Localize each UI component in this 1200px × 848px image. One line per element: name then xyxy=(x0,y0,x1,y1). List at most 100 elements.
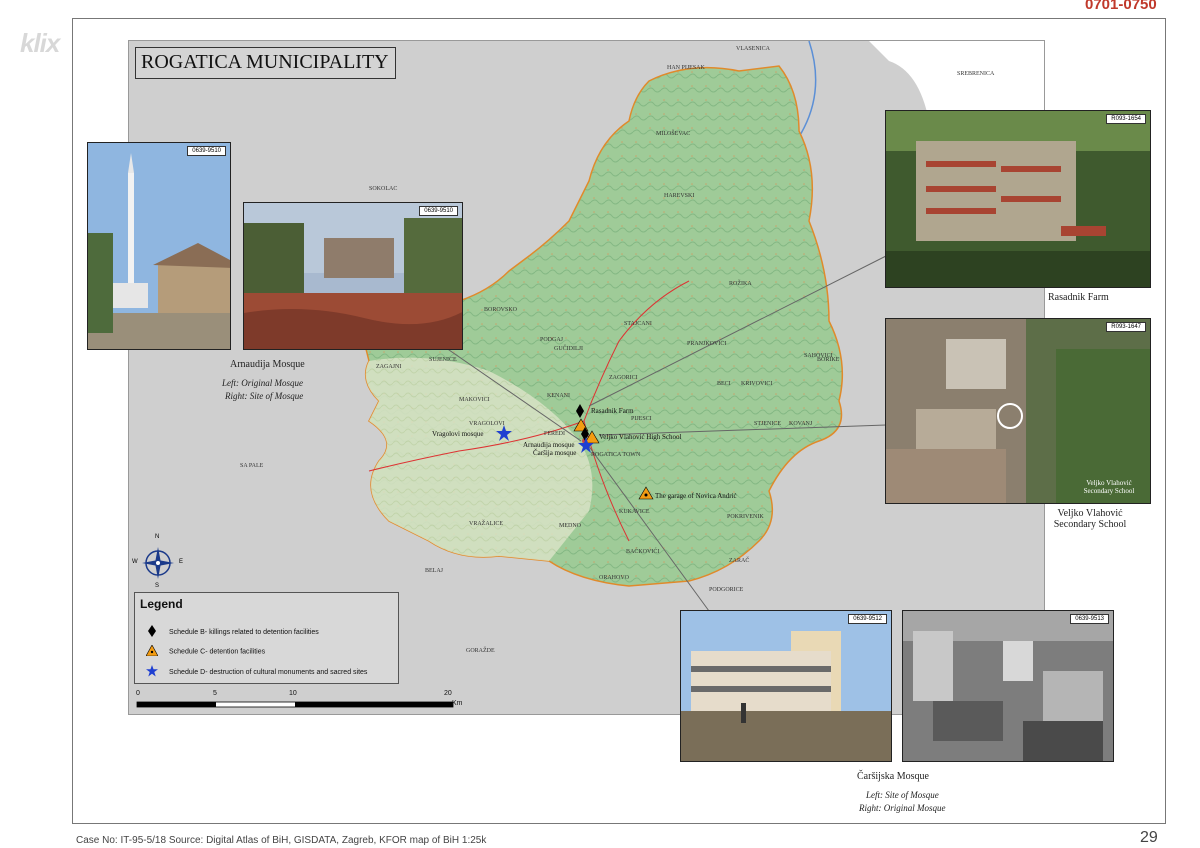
caption-arnaudija-right: Right: Site of Mosque xyxy=(225,391,304,401)
place-name: HAN PIJESAK xyxy=(667,65,705,71)
caption-carsijska-left: Left: Site of Mosque xyxy=(866,790,939,800)
map-title: ROGATICA MUNICIPALITY xyxy=(141,51,389,73)
photo-id-label: 0639-9510 xyxy=(419,206,458,216)
scale-tick: 10 xyxy=(289,690,297,697)
legend-box: Legend Schedule B- killings related to d… xyxy=(134,592,399,684)
photo-image xyxy=(886,319,1150,503)
place-name: PIJESCI xyxy=(631,416,652,422)
caption-arnaudija: Arnaudija Mosque xyxy=(230,359,305,370)
photo-arnaudija-original: 0639-9510 xyxy=(87,142,231,350)
map-title-box: ROGATICA MUNICIPALITY xyxy=(135,47,396,79)
orange-triangle-icon xyxy=(145,644,159,658)
photo-school-aerial: R093-1647 Veljko Vlahović Secondary Scho… xyxy=(885,318,1151,504)
place-name: SOKOLAC xyxy=(369,186,398,192)
place-name: POKRIVENIK xyxy=(727,514,764,520)
poi-label-school: Veljko Vlahović High School xyxy=(599,433,682,441)
place-name: BECI xyxy=(717,381,731,387)
scale-tick: 5 xyxy=(213,690,217,697)
photo-rasadnik-aerial: R093-1654 xyxy=(885,110,1151,288)
photo-carsijska-original: 0639-9513 xyxy=(902,610,1114,762)
place-name: VRAŽALICE xyxy=(469,521,503,527)
poi-label-garage: The garage of Novica Andrić xyxy=(655,492,737,500)
scale-bar: 0 5 10 20 Km xyxy=(134,690,464,712)
place-name: PODGAJ xyxy=(540,337,564,343)
photo-id-label: 0639-9510 xyxy=(187,146,226,156)
place-name: BORIKE xyxy=(817,357,840,363)
inset-caption-school: Veljko Vlahović Secondary School xyxy=(1083,479,1135,495)
place-name: ZAGORICI xyxy=(609,375,638,381)
poi-label-arnaudija: Arnaudija mosque xyxy=(523,441,575,449)
place-name: HAREVSKI xyxy=(664,193,695,199)
place-name: PRANJKOVICI xyxy=(687,341,727,347)
place-name: GORAŽDE xyxy=(466,648,495,654)
triangle-dot xyxy=(644,493,648,497)
caption-arnaudija-left: Left: Original Mosque xyxy=(222,378,303,388)
place-name: MAKOVICI xyxy=(459,397,490,403)
place-name: KOVANJ xyxy=(789,421,813,427)
legend-item-cultural: Schedule D- destruction of cultural monu… xyxy=(145,665,367,679)
caption-school: Veljko Vlahović Secondary School xyxy=(1053,508,1127,530)
place-name: FEREDI xyxy=(544,431,565,437)
photo-image xyxy=(681,611,891,761)
scale-bar-graphic xyxy=(136,701,454,708)
place-name: ROGATICA TOWN xyxy=(591,452,641,458)
caption-carsijska: Čaršijska Mosque xyxy=(857,771,929,782)
legend-label: Schedule B- killings related to detentio… xyxy=(169,628,319,636)
photo-image xyxy=(903,611,1113,761)
place-name: PODGORICE xyxy=(709,587,744,593)
compass-w: W xyxy=(132,559,138,565)
photo-carsijska-site: 0639-9512 xyxy=(680,610,892,762)
watermark-logo: klix xyxy=(20,28,60,58)
place-name: STJENICE xyxy=(754,421,781,427)
legend-item-detention: Schedule C- detention facilities xyxy=(145,644,266,658)
compass-e: E xyxy=(179,559,184,565)
place-name: BOROVSKO xyxy=(484,307,518,313)
compass-rose: N S E W xyxy=(132,534,183,589)
document-stamp: 0701-0750 xyxy=(1085,0,1157,13)
poi-label-rasadnik: Rasadnik Farm xyxy=(591,407,634,415)
scale-tick: 20 xyxy=(444,690,452,697)
legend-title: Legend xyxy=(140,597,183,611)
photo-id-label: 0639-9513 xyxy=(1070,614,1109,624)
photo-id-label: R093-1647 xyxy=(1106,322,1146,332)
compass-icon xyxy=(142,547,174,579)
legend-label: Schedule D- destruction of cultural monu… xyxy=(169,668,368,676)
place-name: VRAGOLOVI xyxy=(469,421,505,427)
place-name: KRIVOVICI xyxy=(741,381,773,387)
legend-label: Schedule C- detention facilities xyxy=(169,648,266,656)
place-name: GUČIDILJI xyxy=(554,346,583,352)
caption-rasadnik: Rasadnik Farm xyxy=(1048,292,1109,303)
place-name: SA PALE xyxy=(240,463,264,469)
place-name: ROŽIKA xyxy=(729,281,752,287)
place-name: VLASENICA xyxy=(736,46,770,52)
poi-label-vragolovi: Vragolovi mosque xyxy=(432,430,484,438)
photo-image xyxy=(886,111,1150,287)
place-name: ORAHOVO xyxy=(599,575,629,581)
place-name: ZAGAJNI xyxy=(376,364,402,370)
blue-star-icon xyxy=(145,665,159,679)
place-name: SREBRENICA xyxy=(957,71,995,77)
place-name: STAJCANI xyxy=(624,321,652,327)
place-name: BAĆKOVIĆI xyxy=(626,549,660,555)
place-name: KUKAVICE xyxy=(619,509,650,515)
page-number: 29 xyxy=(1140,829,1158,846)
photo-id-label: 0639-9512 xyxy=(848,614,887,624)
compass-s: S xyxy=(155,583,160,589)
compass-n: N xyxy=(155,534,160,540)
photo-arnaudija-site: 0639-9510 xyxy=(243,202,463,350)
footer-source: Case No: IT-95-5/18 Source: Digital Atla… xyxy=(76,835,487,846)
scale-unit: Km xyxy=(452,700,463,707)
place-name: MEDNO xyxy=(559,523,581,529)
place-name: BELAJ xyxy=(425,568,443,574)
photo-image xyxy=(88,143,230,349)
legend-item-killings: Schedule B- killings related to detentio… xyxy=(145,625,319,639)
poi-label-carsija: Čaršija mosque xyxy=(533,449,577,457)
place-name: MILOŠEVAC xyxy=(656,131,691,137)
place-name: KENANI xyxy=(547,393,570,399)
photo-id-label: R093-1654 xyxy=(1106,114,1146,124)
photo-image xyxy=(244,203,462,349)
black-diamond-icon xyxy=(145,625,159,639)
place-name: ZARAČ xyxy=(729,558,750,564)
caption-carsijska-right: Right: Original Mosque xyxy=(859,803,946,813)
place-name: SUJENICE xyxy=(429,357,457,363)
